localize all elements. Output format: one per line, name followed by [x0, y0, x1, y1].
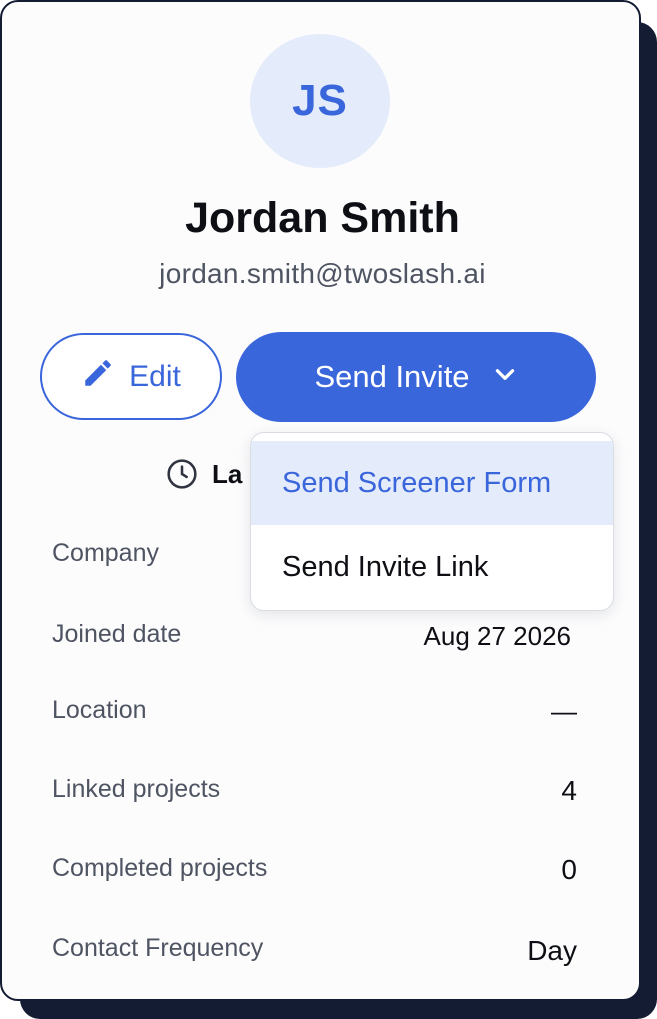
detail-label-company: Company: [52, 539, 159, 567]
send-invite-button[interactable]: Send Invite: [236, 332, 596, 422]
detail-value-joined-date: Aug 27 2026: [423, 621, 571, 651]
profile-email: jordan.smith@twoslash.ai: [159, 258, 486, 289]
last-active-label: La: [212, 458, 243, 489]
edit-button[interactable]: Edit: [40, 333, 222, 420]
edit-button-label: Edit: [129, 359, 181, 393]
menu-item-send-screener-form[interactable]: Send Screener Form: [251, 441, 613, 525]
avatar: JS: [250, 34, 390, 168]
last-active: La: [166, 456, 256, 492]
detail-label-contact-frequency: Contact Frequency: [52, 934, 264, 962]
detail-label-completed-projects: Completed projects: [52, 854, 268, 882]
avatar-initials: JS: [292, 76, 348, 125]
detail-value-completed-projects: 0: [561, 854, 577, 885]
detail-label-location: Location: [52, 696, 147, 724]
detail-label-joined-date: Joined date: [52, 620, 182, 648]
detail-value-contact-frequency: Day: [527, 935, 577, 966]
profile-card: JS Jordan Smith jordan.smith@twoslash.ai…: [0, 0, 641, 1001]
send-invite-dropdown-menu: Send Screener Form Send Invite Link: [250, 432, 614, 611]
detail-value-location: —: [551, 696, 577, 726]
menu-item-send-invite-link[interactable]: Send Invite Link: [251, 525, 613, 609]
clock-icon: [166, 458, 198, 490]
chevron-down-icon: [492, 359, 518, 395]
screen: JS Jordan Smith jordan.smith@twoslash.ai…: [0, 0, 657, 1019]
pencil-icon: [81, 356, 115, 398]
send-invite-label: Send Invite: [314, 359, 470, 394]
detail-label-linked-projects: Linked projects: [52, 775, 221, 803]
detail-value-linked-projects: 4: [561, 775, 577, 806]
profile-name: Jordan Smith: [185, 194, 460, 242]
